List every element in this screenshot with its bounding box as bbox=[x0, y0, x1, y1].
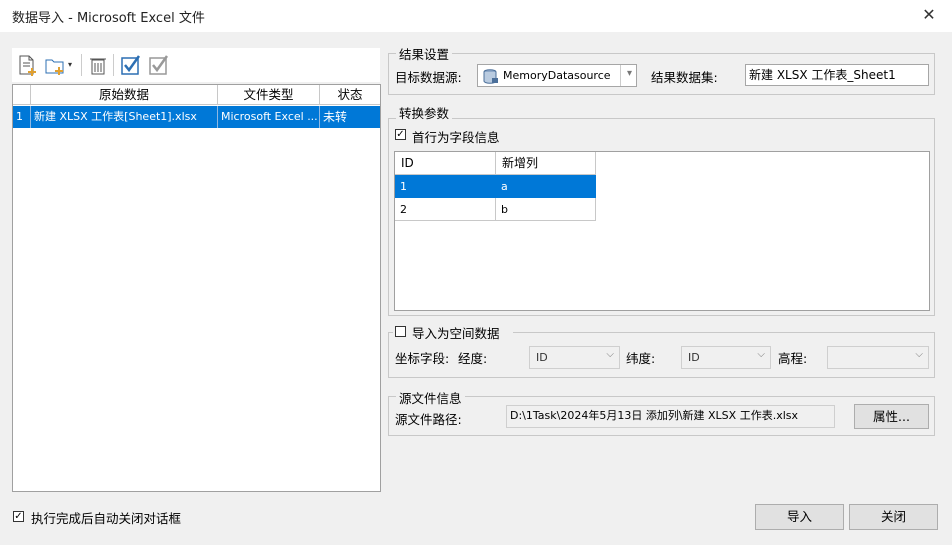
row-status: 未转 bbox=[323, 110, 348, 124]
properties-button[interactable]: 属性... bbox=[854, 404, 929, 429]
grid-header-new-column[interactable]: 新增列 bbox=[496, 152, 596, 175]
spatial-checkbox[interactable] bbox=[395, 326, 406, 337]
first-row-label: 首行为字段信息 bbox=[412, 130, 500, 145]
row-source: 新建 XLSX 工作表[Sheet1].xlsx bbox=[31, 106, 218, 128]
column-header-type[interactable]: 文件类型 bbox=[218, 85, 320, 105]
spatial-label: 导入为空间数据 bbox=[412, 326, 500, 341]
toolbar-divider bbox=[81, 54, 82, 76]
target-datasource-select[interactable]: MemoryDatasource ▾ bbox=[477, 64, 637, 87]
result-dataset-input[interactable]: 新建 XLSX 工作表_Sheet1 bbox=[745, 64, 929, 86]
grid-header-id[interactable]: ID bbox=[395, 152, 496, 175]
chevron-down-icon[interactable]: ▾ bbox=[68, 60, 72, 69]
chevron-down-icon[interactable]: ⌵ bbox=[757, 349, 765, 360]
grid-cell[interactable]: b bbox=[496, 198, 596, 221]
source-path-input[interactable]: D:\1Task\2024年5月13日 添加列\新建 XLSX 工作表.xlsx bbox=[506, 405, 835, 428]
combo-divider bbox=[620, 65, 621, 86]
chevron-down-icon[interactable]: ⌵ bbox=[606, 349, 614, 360]
table-row[interactable]: 1 新建 XLSX 工作表[Sheet1].xlsx Microsoft Exc… bbox=[13, 106, 380, 128]
chevron-down-icon[interactable]: ⌵ bbox=[915, 349, 923, 360]
source-path-label: 源文件路径: bbox=[395, 412, 462, 427]
database-icon bbox=[483, 69, 498, 84]
longitude-label: 经度: bbox=[458, 351, 488, 366]
target-datasource-label: 目标数据源: bbox=[395, 70, 462, 85]
conversion-label: 转换参数 bbox=[396, 103, 453, 122]
longitude-value: ID bbox=[536, 351, 548, 364]
window-title: 数据导入 - Microsoft Excel 文件 bbox=[12, 11, 205, 26]
select-invert-icon[interactable] bbox=[148, 54, 170, 76]
add-folder-icon[interactable] bbox=[44, 54, 66, 76]
first-row-checkbox[interactable]: ✓ bbox=[395, 129, 406, 140]
latitude-select[interactable]: ID ⌵ bbox=[681, 346, 771, 369]
auto-close-label: 执行完成后自动关闭对话框 bbox=[31, 511, 182, 526]
column-header-status[interactable]: 状态 bbox=[320, 85, 380, 105]
result-settings-label: 结果设置 bbox=[396, 44, 453, 63]
latitude-value: ID bbox=[688, 351, 700, 364]
grid-cell[interactable]: 2 bbox=[395, 198, 496, 221]
target-datasource-value: MemoryDatasource bbox=[503, 69, 611, 82]
import-button[interactable]: 导入 bbox=[755, 504, 844, 530]
latitude-label: 纬度: bbox=[626, 351, 656, 366]
grid-cell[interactable]: 1 bbox=[395, 175, 496, 198]
column-header-source[interactable]: 原始数据 bbox=[31, 85, 218, 105]
toolbar-divider bbox=[113, 54, 114, 76]
add-file-icon[interactable] bbox=[16, 54, 38, 76]
delete-icon[interactable] bbox=[87, 54, 109, 76]
longitude-select[interactable]: ID ⌵ bbox=[529, 346, 620, 369]
source-info-label: 源文件信息 bbox=[396, 388, 465, 407]
preview-grid[interactable]: ID 新增列 1 a 2 b bbox=[394, 151, 930, 311]
toolbar: ▾ bbox=[12, 48, 380, 82]
elevation-select[interactable]: ⌵ bbox=[827, 346, 929, 369]
row-index-header bbox=[13, 85, 31, 105]
file-list[interactable]: 原始数据 文件类型 状态 1 新建 XLSX 工作表[Sheet1].xlsx … bbox=[12, 84, 381, 492]
select-all-icon[interactable] bbox=[120, 54, 142, 76]
elevation-label: 高程: bbox=[778, 351, 808, 366]
chevron-down-icon[interactable]: ▾ bbox=[627, 68, 632, 79]
row-type: Microsoft Excel ... bbox=[218, 106, 320, 128]
coord-field-label: 坐标字段: bbox=[395, 351, 450, 366]
grid-cell[interactable]: a bbox=[496, 175, 596, 198]
auto-close-checkbox[interactable]: ✓ bbox=[13, 511, 24, 522]
close-icon[interactable]: ✕ bbox=[918, 4, 940, 26]
row-index: 1 bbox=[13, 106, 31, 128]
result-dataset-label: 结果数据集: bbox=[651, 70, 718, 85]
close-button[interactable]: 关闭 bbox=[849, 504, 938, 530]
